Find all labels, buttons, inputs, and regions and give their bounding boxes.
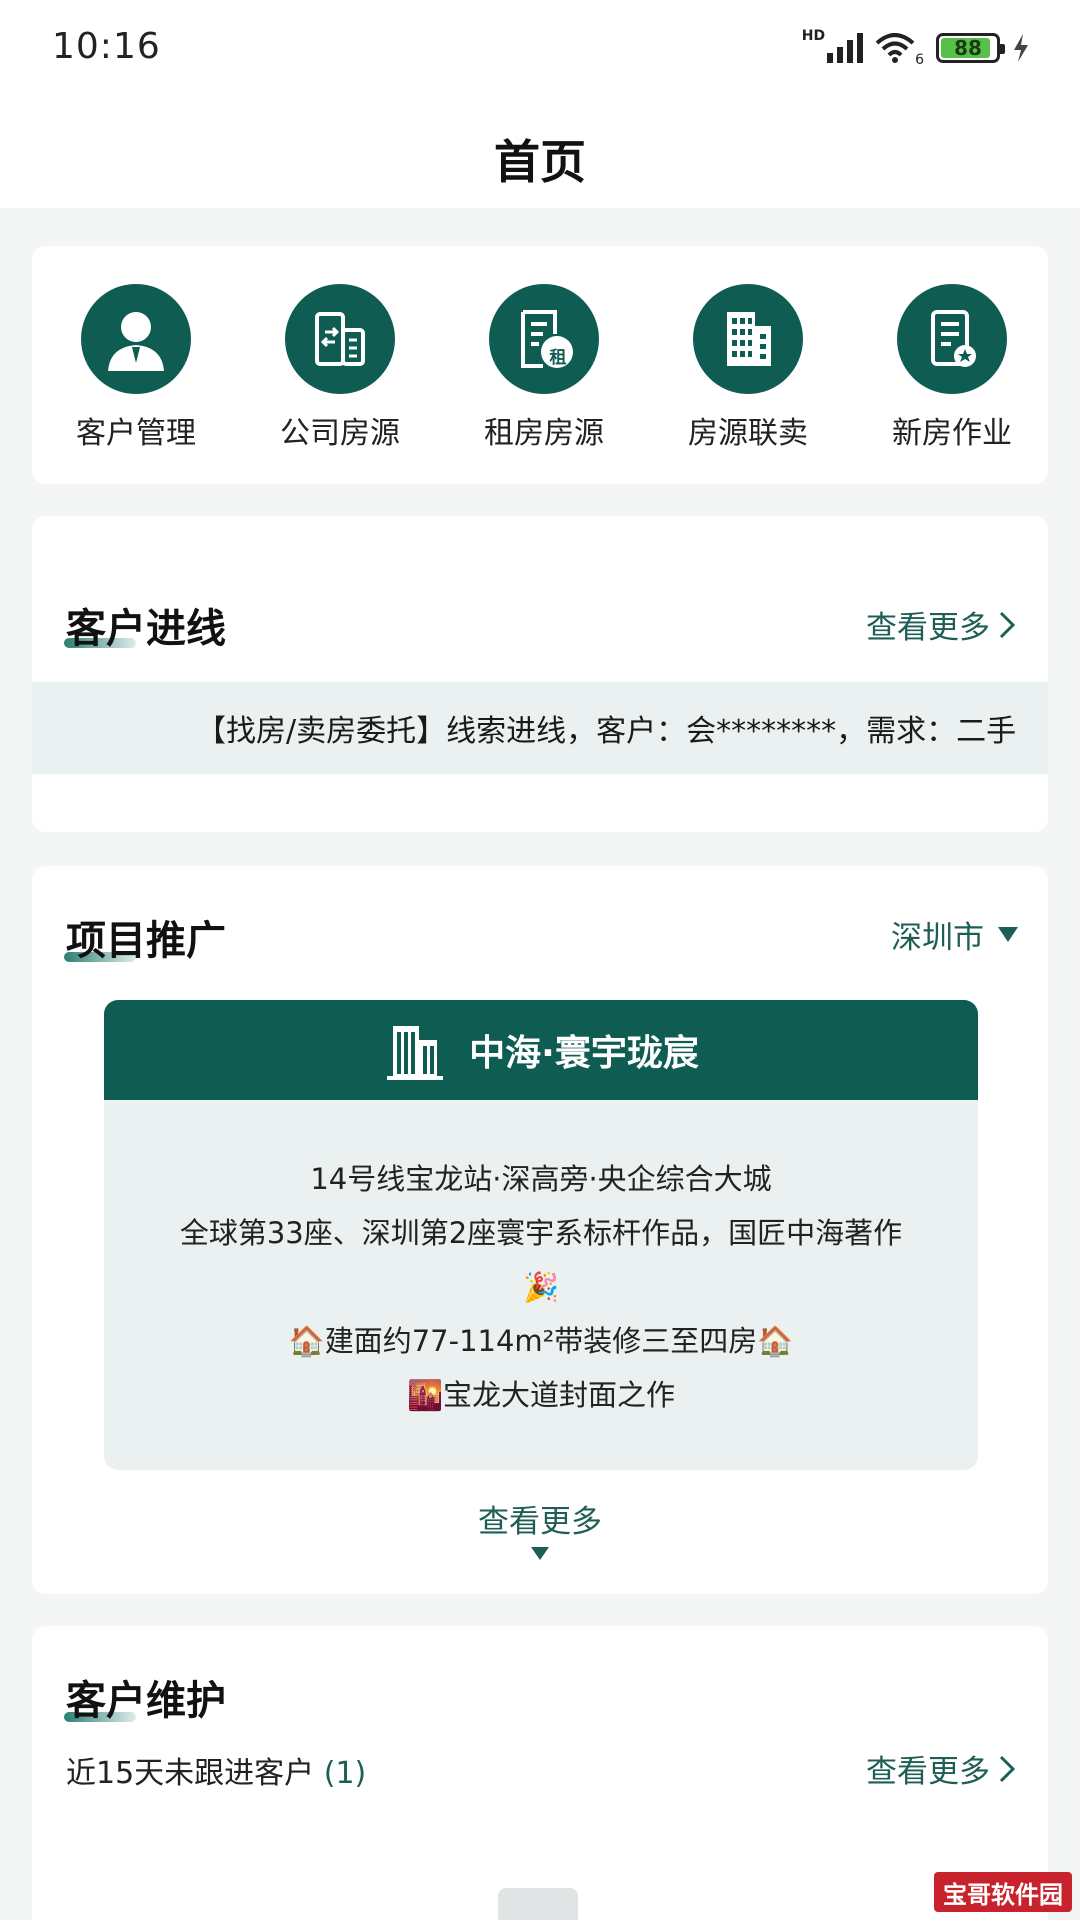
title-bar: 首页 — [0, 96, 1080, 208]
new-house-doc-icon — [897, 284, 1007, 394]
customer-leads-card: 客户进线 查看更多 【找房/卖房委托】线索进线，客户：会********，需求：… — [32, 516, 1048, 832]
quick-action-new-house[interactable]: 新房作业 — [852, 284, 1052, 452]
ticker-text: 【找房/卖房委托】线索进线，客户：会********，需求：二手 — [196, 714, 1017, 749]
chevron-right-icon — [999, 1755, 1016, 1782]
hd-label: HD — [801, 28, 826, 44]
leads-more-link[interactable]: 查看更多 — [866, 602, 1016, 647]
quick-action-label: 新房作业 — [892, 416, 1012, 451]
city-label: 深圳市 — [891, 920, 984, 956]
maintenance-more-link[interactable]: 查看更多 — [866, 1746, 1016, 1791]
calendar-icon — [498, 1888, 578, 1920]
chevron-right-icon — [999, 611, 1016, 638]
building-icon — [693, 284, 803, 394]
project-line: 全球第33座、深圳第2座寰宇系标杆作品，国匠中海著作 — [179, 1216, 903, 1250]
customer-icon — [81, 284, 191, 394]
building-icon — [387, 1026, 444, 1080]
leads-title: 客户进线 — [66, 606, 226, 652]
quick-action-label: 客户管理 — [76, 416, 196, 451]
quick-action-company-listings[interactable]: 公司房源 — [240, 284, 440, 452]
quick-action-rental-listings[interactable]: 租 租房房源 — [444, 284, 644, 452]
project-name: 中海·寰宇珑宸 — [469, 1033, 699, 1074]
battery-icon: 88 — [936, 33, 1005, 63]
project-line: 14号线宝龙站·深高旁·央企综合大城 — [310, 1162, 772, 1196]
wifi-icon — [875, 33, 915, 63]
more-label: 查看更多 — [866, 1754, 990, 1790]
project-header: 中海·寰宇珑宸 — [104, 1000, 978, 1100]
wifi-label: 6 — [915, 52, 924, 68]
quick-action-label: 房源联卖 — [688, 416, 808, 451]
quick-action-customer-management[interactable]: 客户管理 — [36, 284, 236, 452]
more-label: 查看更多 — [478, 1504, 602, 1540]
city-selector[interactable]: 深圳市 — [891, 912, 1018, 957]
quick-action-joint-listings[interactable]: 房源联卖 — [648, 284, 848, 452]
maintenance-subtitle-text: 近15天未跟进客户 — [66, 1756, 315, 1791]
maintenance-subtitle: 近15天未跟进客户 (1) — [66, 1748, 366, 1792]
charging-icon — [1014, 34, 1028, 62]
customer-maintenance-card: 客户维护 近15天未跟进客户 (1) 查看更多 — [32, 1626, 1048, 1920]
project-line: 🌇宝龙大道封面之作 — [406, 1378, 676, 1412]
chevron-down-icon — [531, 1547, 549, 1560]
dropdown-triangle-icon — [998, 927, 1018, 942]
rental-listing-icon: 租 — [489, 284, 599, 394]
project-title: 项目推广 — [66, 918, 226, 964]
battery-level: 88 — [954, 36, 982, 60]
watermark: 宝哥软件园 — [934, 1872, 1072, 1912]
quick-actions-card: 客户管理 公司房源 租 租房房源 房源联卖 新房作业 — [32, 246, 1048, 484]
company-listing-icon — [285, 284, 395, 394]
status-time: 10:16 — [52, 26, 161, 67]
page-title: 首页 — [494, 135, 586, 189]
quick-action-label: 租房房源 — [484, 416, 604, 451]
project-line: 🎉 — [522, 1270, 560, 1304]
leads-ticker[interactable]: 【找房/卖房委托】线索进线，客户：会********，需求：二手 — [32, 682, 1048, 774]
status-icons: HD 6 88 — [802, 28, 1030, 68]
project-more-button[interactable]: 查看更多 — [32, 1496, 1048, 1560]
maintenance-title: 客户维护 — [66, 1678, 226, 1724]
maintenance-count: (1) — [323, 1756, 367, 1791]
rental-badge: 租 — [549, 347, 567, 368]
signal-icon — [827, 33, 864, 63]
more-label: 查看更多 — [866, 610, 990, 646]
project-promotion-card: 项目推广 深圳市 中海·寰宇珑宸 14号线宝龙站·深高旁·央企综合大城 全球第3… — [32, 866, 1048, 1594]
project-line: 🏠建面约77-114m²带装修三至四房🏠 — [288, 1324, 794, 1358]
project-description: 14号线宝龙站·深高旁·央企综合大城 全球第33座、深圳第2座寰宇系标杆作品，国… — [104, 1100, 978, 1422]
status-bar: 10:16 HD 6 88 — [0, 0, 1080, 96]
quick-action-label: 公司房源 — [280, 416, 400, 451]
project-item[interactable]: 中海·寰宇珑宸 14号线宝龙站·深高旁·央企综合大城 全球第33座、深圳第2座寰… — [104, 1000, 978, 1470]
